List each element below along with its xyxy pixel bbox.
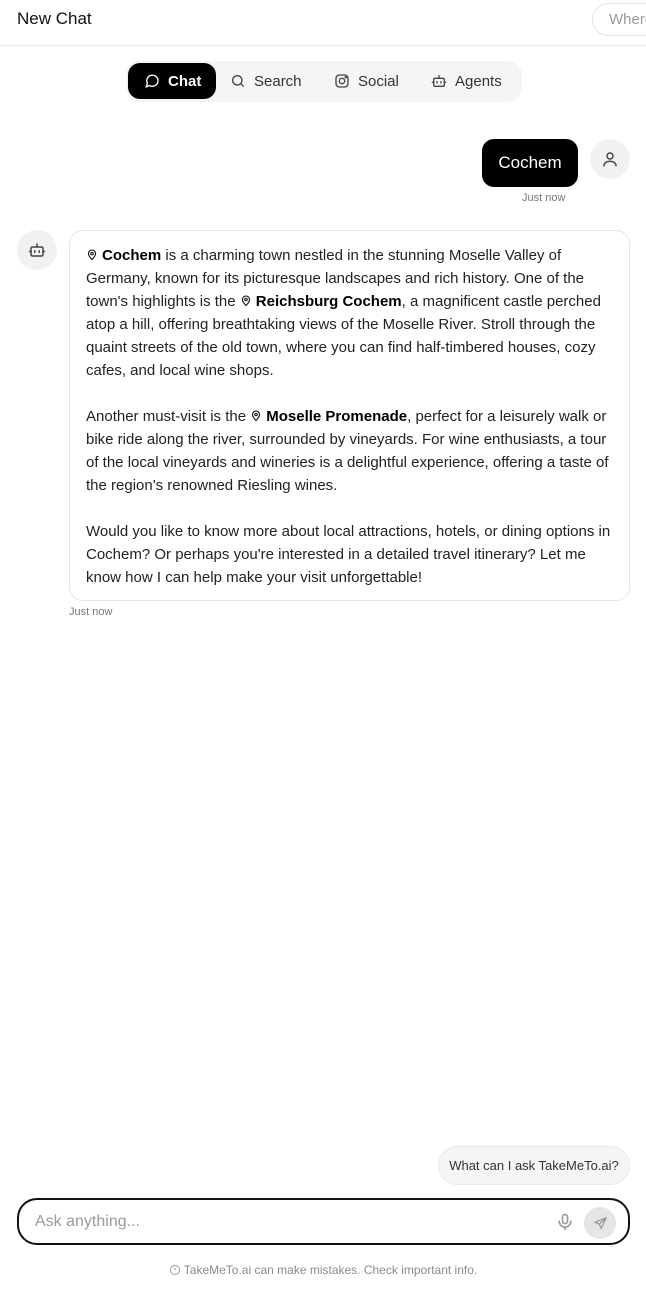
user-avatar <box>590 139 630 179</box>
bot-paragraph-2: Another must-visit is the Moselle Promen… <box>86 405 613 497</box>
chat-input[interactable] <box>35 1211 535 1233</box>
send-button[interactable] <box>584 1207 616 1239</box>
bot-paragraph-3: Would you like to know more about local … <box>86 523 611 586</box>
disclaimer-text: TakeMeTo.ai can make mistakes. Check imp… <box>183 1263 478 1277</box>
tab-chat-label: Chat <box>168 72 202 90</box>
tab-chat[interactable]: Chat <box>128 63 216 99</box>
place-link-promenade[interactable]: Moselle Promenade <box>266 408 407 425</box>
tab-social-label: Social <box>358 72 399 90</box>
robot-icon <box>431 75 447 87</box>
user-icon <box>603 152 617 167</box>
microphone-icon[interactable] <box>555 1212 575 1232</box>
where-input[interactable]: Where <box>592 3 646 36</box>
tab-search-label: Search <box>254 72 302 90</box>
user-message-time: Just now <box>522 192 566 204</box>
bot-message-time: Just now <box>69 606 113 618</box>
info-icon <box>169 1265 180 1275</box>
place-link-reichsburg[interactable]: Reichsburg Cochem <box>256 293 402 310</box>
robot-icon <box>28 243 46 257</box>
bot-text: Another must-visit is the <box>86 408 251 425</box>
tab-agents[interactable]: Agents <box>431 63 516 99</box>
disclaimer: TakeMeTo.ai can make mistakes. Check imp… <box>0 1263 646 1277</box>
bot-avatar <box>17 230 57 270</box>
map-pin-icon <box>87 249 97 261</box>
tab-search[interactable]: Search <box>230 63 310 99</box>
composer <box>17 1198 630 1245</box>
suggestion-chip[interactable]: What can I ask TakeMeTo.ai? <box>438 1146 630 1185</box>
bot-message: Cochem is a charming town nestled in the… <box>69 230 630 601</box>
user-message: Cochem <box>482 139 578 187</box>
search-icon <box>232 75 244 87</box>
map-pin-icon <box>241 295 250 307</box>
top-bar: New Chat Where <box>0 0 646 46</box>
tab-agents-label: Agents <box>455 72 502 90</box>
page-title: New Chat <box>17 9 92 28</box>
mode-tabs: Chat Search Social Agents <box>126 61 522 102</box>
bot-paragraph-1: Cochem is a charming town nestled in the… <box>86 244 613 382</box>
tab-social[interactable]: Social <box>334 63 414 99</box>
chat-bubble-icon <box>145 74 159 88</box>
send-icon <box>593 1216 607 1229</box>
place-link-cochem[interactable]: Cochem <box>102 247 161 264</box>
map-pin-icon <box>252 410 261 422</box>
instagram-icon <box>335 74 349 88</box>
